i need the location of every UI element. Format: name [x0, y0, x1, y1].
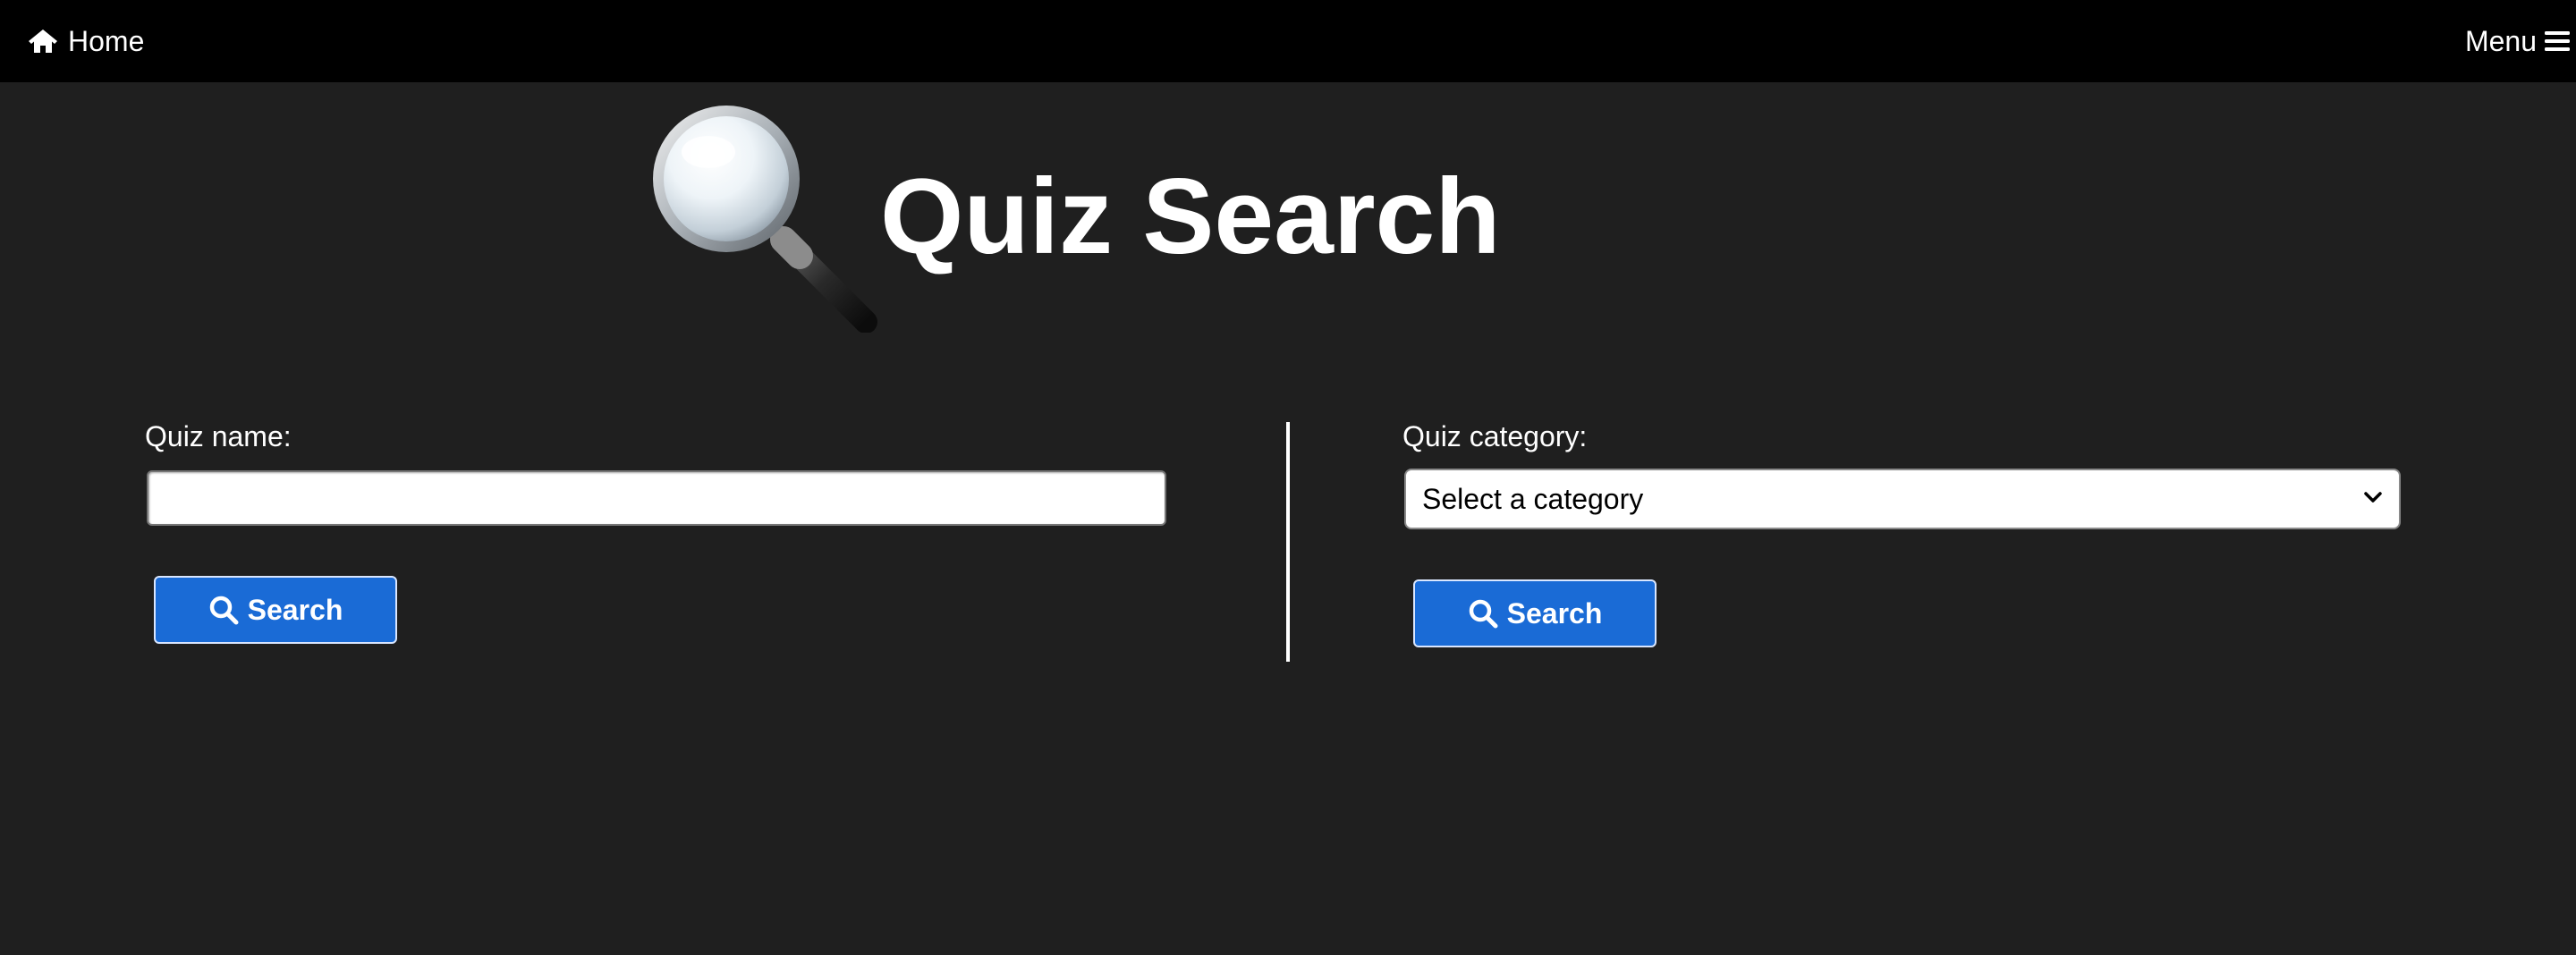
section-divider — [1286, 422, 1290, 662]
menu-label: Menu — [2464, 25, 2537, 57]
magnifying-glass-icon — [649, 104, 882, 334]
search-button-label: Search — [247, 593, 343, 626]
home-link[interactable]: Home — [27, 20, 144, 63]
home-icon — [27, 27, 59, 55]
chevron-down-icon — [2363, 487, 2383, 511]
quiz-category-label: Quiz category: — [1402, 420, 1588, 452]
quiz-name-label: Quiz name: — [145, 420, 292, 452]
home-label: Home — [68, 25, 145, 57]
search-button-label: Search — [1506, 596, 1603, 630]
quiz-category-select[interactable]: Select a category — [1404, 469, 2401, 529]
quiz-name-input[interactable] — [147, 470, 1166, 526]
menu-button[interactable]: Menu — [2465, 20, 2571, 63]
search-icon — [1468, 598, 1498, 629]
quiz-category-search-button[interactable]: Search — [1413, 579, 1657, 647]
search-icon — [208, 595, 239, 625]
page-title: Quiz Search — [880, 156, 1501, 276]
top-navbar: Home Menu — [0, 0, 2576, 82]
quiz-name-search-button[interactable]: Search — [154, 576, 397, 644]
selected-category: Select a category — [1422, 482, 1644, 515]
hamburger-icon — [2544, 28, 2571, 55]
